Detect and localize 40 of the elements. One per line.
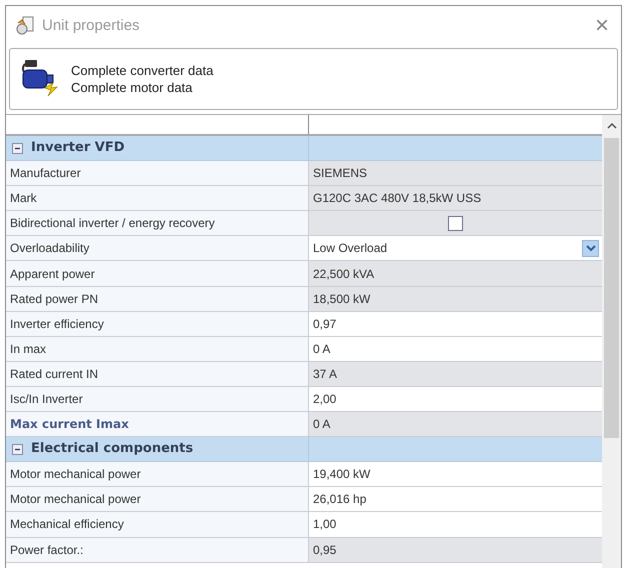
dropdown-value: Low Overload	[313, 240, 388, 258]
property-label: Max current Imax	[6, 412, 309, 438]
section-header[interactable]: Electrical components	[6, 437, 602, 462]
section-title: Electrical components	[31, 440, 194, 458]
scrollbar[interactable]	[602, 115, 621, 568]
property-label: Rated power PN	[6, 286, 309, 312]
property-label: Apparent power	[6, 261, 309, 287]
property-value: 0,95	[309, 538, 602, 563]
property-label: Mechanical efficiency	[6, 512, 309, 538]
header-line: Complete converter data	[71, 62, 214, 79]
checkbox[interactable]	[448, 216, 463, 231]
property-label: Motor mechanical power	[6, 462, 309, 488]
property-value: 37 A	[309, 362, 602, 387]
property-label: Isc/In Inverter	[6, 386, 309, 412]
section-header[interactable]: Inverter VFD	[6, 136, 602, 162]
property-label: Inverter efficiency	[6, 312, 309, 337]
close-button[interactable]: ×	[590, 14, 613, 38]
property-label: Mark	[6, 186, 309, 212]
property-label: Motor mechanical power	[6, 487, 309, 512]
scrollbar-thumb[interactable]	[604, 138, 619, 438]
property-value: 18,500 kW	[309, 286, 602, 312]
unit-icon	[14, 15, 36, 37]
property-value: G120C 3AC 480V 18,5kW USS	[309, 186, 602, 212]
property-value: 0,97	[309, 312, 602, 337]
collapse-icon[interactable]	[12, 142, 23, 154]
property-label: Manufacturer	[6, 161, 309, 186]
property-label: Rated current IN	[6, 362, 309, 387]
window-title: Unit properties	[42, 16, 140, 36]
property-label: Bidirectional inverter / energy recovery	[6, 211, 309, 236]
collapse-icon[interactable]	[12, 444, 23, 455]
dropdown-caret-icon[interactable]	[582, 240, 599, 257]
property-value: SIEMENS	[309, 161, 602, 186]
scroll-up-icon[interactable]	[606, 122, 616, 130]
property-value: 22,500 kVA	[309, 261, 602, 287]
property-value: 0 A	[309, 412, 602, 438]
header-line: Complete motor data	[71, 79, 194, 96]
section-title: Inverter VFD	[31, 139, 124, 158]
property-label: Overloadability	[6, 236, 309, 262]
property-label: Power factor.:	[6, 538, 309, 563]
property-label: In max	[6, 336, 309, 362]
